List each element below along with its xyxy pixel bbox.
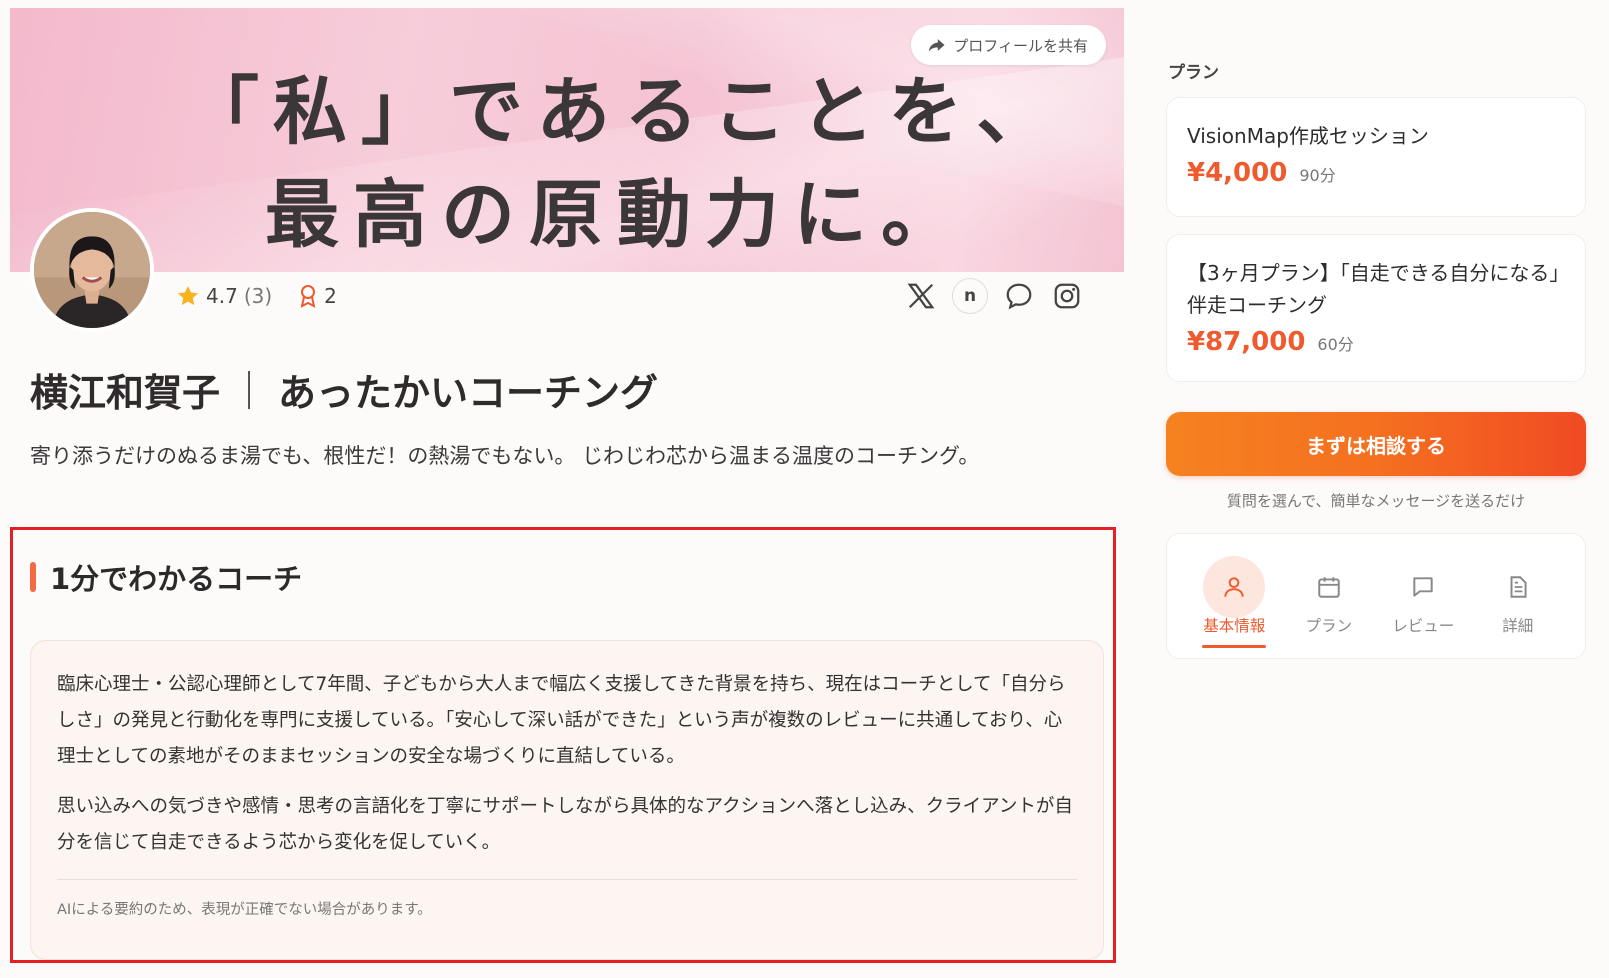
comment-icon <box>1413 577 1433 597</box>
plan-card[interactable]: 【3ヶ月プラン】「自走できる自分になる」伴走コーチング ¥87,000 60分 <box>1166 234 1586 382</box>
avatar-portrait <box>34 212 150 328</box>
rating-stats: 4.7 (3) 2 <box>176 284 337 308</box>
badge-count: 2 <box>324 284 337 308</box>
coach-headline: あったかいコーチング <box>278 371 659 415</box>
page-title: 横江和賀子 あったかいコーチング <box>30 362 658 417</box>
x-icon[interactable] <box>904 279 938 313</box>
summary-divider <box>57 879 1077 880</box>
nav-review[interactable]: レビュー <box>1383 556 1463 636</box>
coach-tagline: 寄り添うだけのぬるま湯でも、根性だ！の熱湯でもない。 じわじわ芯から温まる温度の… <box>30 444 980 468</box>
share-profile-button[interactable]: プロフィールを共有 <box>911 25 1106 65</box>
nav-plan[interactable]: プラン <box>1289 556 1369 636</box>
plan-name: VisionMap作成セッション <box>1187 124 1429 148</box>
star-icon <box>178 286 198 306</box>
nav-label: レビュー <box>1392 617 1455 635</box>
plan-section-label: プラン <box>1168 63 1219 83</box>
nav-label: 基本情報 <box>1203 617 1266 635</box>
document-icon <box>1510 576 1527 598</box>
share-icon <box>928 39 945 52</box>
note-icon[interactable]: n <box>952 278 988 314</box>
plan-duration: 60分 <box>1317 335 1354 354</box>
nav-details[interactable]: 詳細 <box>1478 556 1558 636</box>
heading-accent-bar <box>30 562 36 592</box>
person-icon <box>1224 577 1244 597</box>
calendar-icon <box>1318 577 1340 598</box>
ai-disclaimer: AIによる要約のため、表現が正確でない場合があります。 <box>57 902 432 918</box>
chat-icon[interactable] <box>1002 279 1036 313</box>
nav-label: 詳細 <box>1502 617 1534 635</box>
summary-heading: 1分でわかるコーチ <box>30 556 302 598</box>
title-divider <box>248 370 251 409</box>
nav-label: プラン <box>1305 617 1352 635</box>
plan-duration: 90分 <box>1299 166 1336 185</box>
summary-paragraph-1: 臨床心理士・公認心理師として7年間、子どもから大人まで幅広く支援してきた背景を持… <box>57 674 1066 767</box>
summary-paragraph-2: 思い込みへの気づきや感情・思考の言語化を丁寧にサポートしながら具体的なアクション… <box>57 796 1073 853</box>
coach-name: 横江和賀子 <box>30 371 221 415</box>
rating-count[interactable]: (3) <box>244 284 272 308</box>
nav-basic-info[interactable]: 基本情報 <box>1194 556 1274 648</box>
award-icon <box>300 285 316 308</box>
social-links: n <box>904 278 1084 314</box>
summary-heading-text: 1分でわかるコーチ <box>50 562 303 596</box>
hero-headline-line1: 「私」であることを、 <box>185 69 1065 155</box>
plan-name: 【3ヶ月プラン】「自走できる自分になる」伴走コーチング <box>1187 261 1560 317</box>
plan-price: ¥4,000 <box>1187 158 1288 188</box>
consult-button[interactable]: まずは相談する <box>1166 412 1586 476</box>
summary-card: 臨床心理士・公認心理師として7年間、子どもから大人まで幅広く支援してきた背景を持… <box>30 640 1104 960</box>
plan-card[interactable]: VisionMap作成セッション ¥4,000 90分 <box>1166 97 1586 217</box>
rating-value: 4.7 <box>206 284 238 308</box>
avatar <box>30 208 154 332</box>
instagram-icon[interactable] <box>1050 279 1084 313</box>
profile-nav: 基本情報 プラン レビュー 詳細 <box>1166 533 1586 659</box>
hero-headline-line2: 最高の原動力に。 <box>265 172 969 258</box>
share-profile-label: プロフィールを共有 <box>953 36 1088 55</box>
consult-subtext: 質問を選んで、簡単なメッセージを送るだけ <box>1226 492 1526 510</box>
hero-banner: 「私」であることを、 最高の原動力に。 プロフィールを共有 <box>10 8 1124 272</box>
plan-price: ¥87,000 <box>1187 327 1306 357</box>
